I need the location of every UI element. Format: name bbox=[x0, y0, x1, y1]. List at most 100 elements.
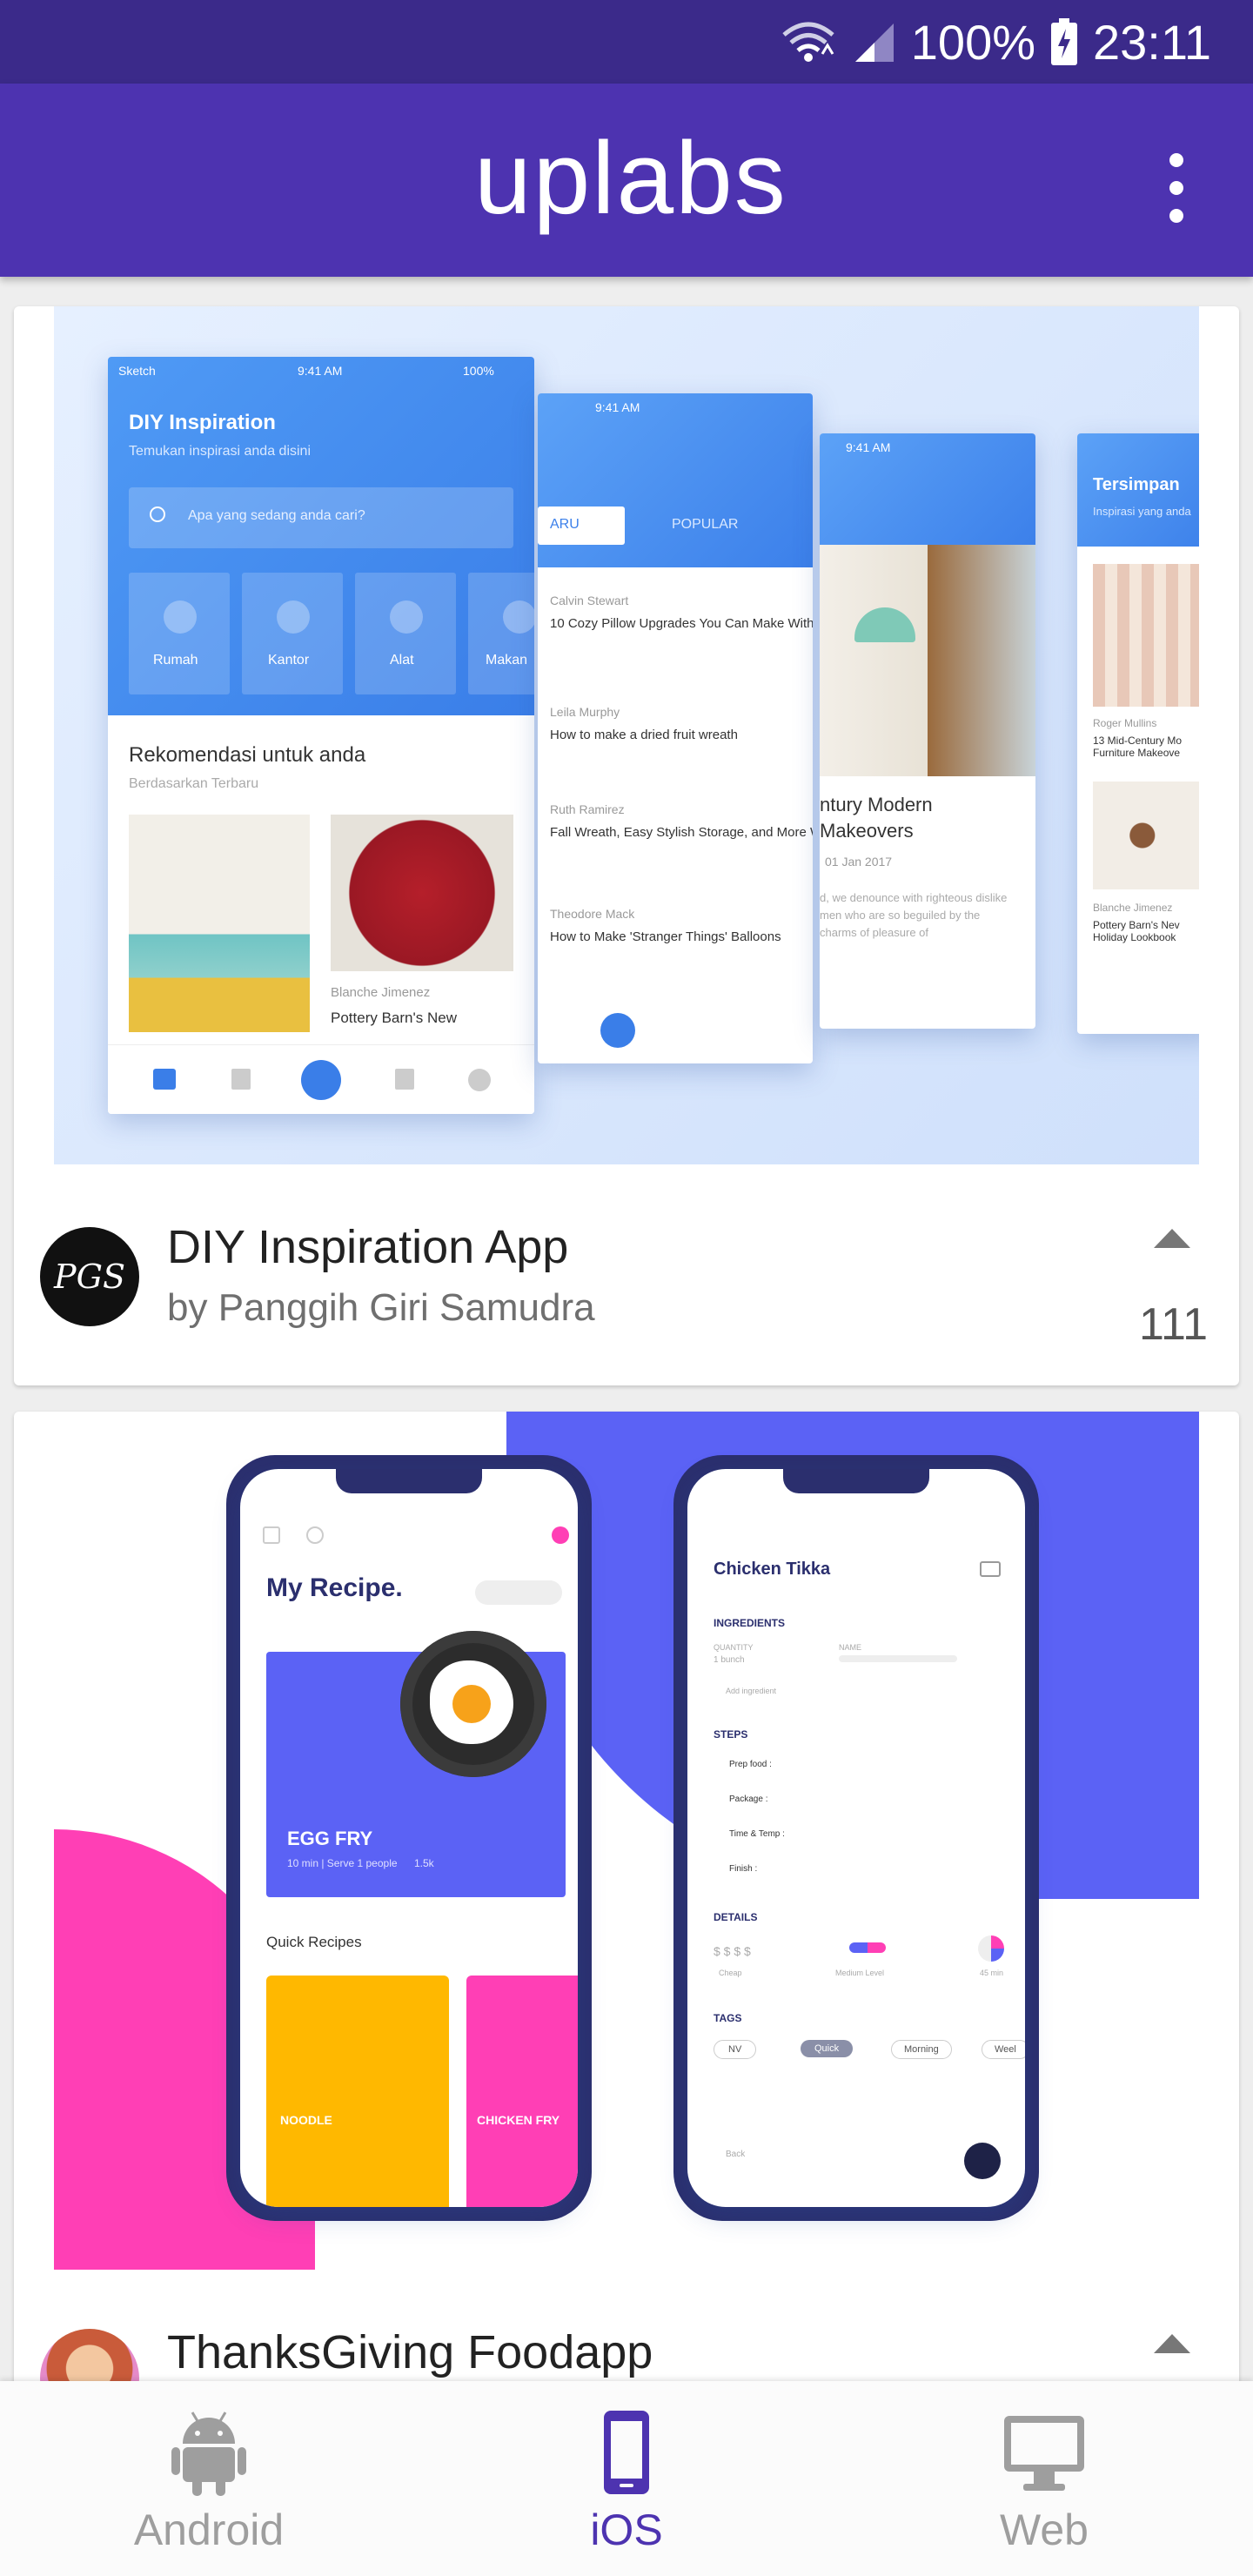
nav-android[interactable]: Android bbox=[0, 2381, 418, 2576]
timer-icon bbox=[978, 1935, 1004, 1962]
mockup-nav-home-icon bbox=[153, 1069, 176, 1090]
mockup-detail-level: Medium Level bbox=[835, 1969, 885, 1977]
mockup-list-title-4: How to Make 'Stranger Things' Balloons bbox=[550, 929, 781, 944]
check-icon bbox=[964, 2143, 1001, 2179]
notification-icon bbox=[552, 1526, 569, 1544]
nav-web-label: Web bbox=[1000, 2506, 1089, 2554]
mockup-hero-likes: 1.5k bbox=[414, 1857, 434, 1869]
mockup-hero-title: EGG FRY bbox=[287, 1828, 373, 1849]
mockup-screen-saved: Tersimpan Inspirasi yang anda Roger Mull… bbox=[1077, 433, 1199, 1034]
mockup-quantity-value: 1 bunch bbox=[714, 1655, 745, 1665]
mockup-category-rumah: Rumah bbox=[153, 653, 198, 667]
mockup-hero-meta: 10 min | Serve 1 people bbox=[287, 1857, 398, 1869]
mockup-detail-time: 45 min bbox=[980, 1969, 1004, 1977]
mockup-tab-new: ARU bbox=[550, 517, 580, 532]
mockup-saved-title: Tersimpan bbox=[1093, 475, 1180, 494]
upvote-icon[interactable] bbox=[1154, 2334, 1190, 2353]
mockup-search-icon bbox=[150, 506, 165, 522]
mockup-list-title-3: Fall Wreath, Easy Stylish Storage, and M… bbox=[550, 825, 813, 840]
mockup-app-subtitle: Temukan inspirasi anda disini bbox=[129, 444, 311, 459]
mockup-screen-recipes: My Recipe. EGG FRY 10 min | Serve 1 peop… bbox=[240, 1469, 578, 2207]
mockup-search-pill bbox=[475, 1580, 562, 1605]
mockup-step-3: Time & Temp : bbox=[729, 1829, 785, 1839]
mockup-list-author-1: Calvin Stewart bbox=[550, 594, 629, 607]
home-icon bbox=[263, 1526, 280, 1544]
mockup-list-title-1: 10 Cozy Pillow Upgrades You Can Make Wit… bbox=[550, 616, 813, 631]
bottom-navigation: Android iOS Web bbox=[0, 2381, 1253, 2576]
mockup-section-title: Rekomendasi untuk anda bbox=[129, 743, 366, 767]
status-bar: 100% 23:11 bbox=[0, 0, 1253, 84]
mockup-photo-chair bbox=[129, 815, 310, 1032]
upvote-icon[interactable] bbox=[1154, 1229, 1190, 1248]
post-card[interactable]: Sketch 9:41 AM 100% DIY Inspiration Temu… bbox=[14, 306, 1239, 1385]
nav-web[interactable]: Web bbox=[835, 2381, 1253, 2576]
mockup-article-title: ntury Modern Makeovers bbox=[820, 794, 933, 842]
mockup-article-body: d, we denounce with righteous dislike me… bbox=[820, 891, 1008, 939]
nav-android-label: Android bbox=[133, 2506, 285, 2554]
mockup-step-4: Finish : bbox=[729, 1864, 758, 1874]
mockup-section-subtitle: Berdasarkan Terbaru bbox=[129, 776, 259, 791]
mockup-list-author-3: Ruth Ramirez bbox=[550, 802, 625, 816]
mockup-saved-author-1: Roger Mullins bbox=[1093, 717, 1157, 729]
user-icon bbox=[306, 1526, 324, 1544]
uplabs-logo[interactable]: uplabs bbox=[474, 122, 787, 235]
nav-ios[interactable]: iOS bbox=[418, 2381, 835, 2576]
mockup-list-add-icon bbox=[600, 1013, 635, 1048]
phone-icon bbox=[604, 2411, 649, 2494]
tools-icon bbox=[390, 600, 423, 634]
camera-icon bbox=[980, 1561, 1001, 1577]
mockup-quick-title: Quick Recipes bbox=[266, 1934, 362, 1950]
difficulty-bar bbox=[849, 1942, 886, 1953]
mockup-saved-photo-1 bbox=[1093, 564, 1199, 707]
egg-yolk bbox=[452, 1685, 491, 1723]
mockup-name-label: NAME bbox=[839, 1643, 862, 1652]
mockup-nav-bookmark-icon bbox=[231, 1069, 251, 1090]
food-icon bbox=[503, 600, 534, 634]
mockup-time: 9:41 AM bbox=[298, 364, 343, 378]
mockup-screen-list: 9:41 AM ARU POPULAR Calvin Stewart 10 Co… bbox=[538, 393, 813, 1063]
mockup-quick-chicken: CHICKEN FRY bbox=[477, 2113, 560, 2127]
mockup-nav-add-icon bbox=[301, 1060, 341, 1100]
signal-icon bbox=[854, 23, 894, 62]
mockup-list-time: 9:41 AM bbox=[595, 400, 640, 414]
post-title[interactable]: ThanksGiving Foodapp bbox=[167, 2325, 653, 2379]
mockup-quick-card-chicken bbox=[466, 1976, 578, 2207]
mockup-article-photo bbox=[820, 545, 1035, 776]
mockup-list-author-2: Leila Murphy bbox=[550, 705, 620, 719]
post-author[interactable]: by Panggih Giri Samudra bbox=[167, 1286, 595, 1330]
monitor-icon bbox=[1004, 2416, 1084, 2491]
mockup-screen-article: 9:41 AM ntury Modern Makeovers 01 Jan 20… bbox=[820, 433, 1035, 1029]
mockup-add-ingredient: Add ingredient bbox=[726, 1687, 777, 1695]
mockup-screen-recipe-detail: Chicken Tikka INGREDIENTS QUANTITY 1 bun… bbox=[687, 1469, 1025, 2207]
post-preview-image[interactable]: Sketch 9:41 AM 100% DIY Inspiration Temu… bbox=[54, 306, 1199, 1164]
mockup-category-alat: Alat bbox=[390, 653, 414, 667]
mockup-saved-author-2: Blanche Jimenez bbox=[1093, 902, 1173, 914]
app-bar: uplabs bbox=[0, 84, 1253, 277]
more-options-icon[interactable] bbox=[1159, 144, 1194, 231]
android-icon bbox=[171, 2412, 246, 2496]
building-icon bbox=[277, 600, 310, 634]
post-title[interactable]: DIY Inspiration App bbox=[167, 1220, 568, 1274]
mockup-steps-title: STEPS bbox=[714, 1728, 748, 1741]
mockup-photo-pillow bbox=[331, 815, 513, 971]
mockup-nav-profile-icon bbox=[468, 1069, 491, 1091]
mockup-detail-cheap: Cheap bbox=[719, 1969, 742, 1977]
mockup-nav-doc-icon bbox=[395, 1069, 414, 1090]
mockup-category-kantor: Kantor bbox=[268, 653, 310, 667]
mockup-screen-home: Sketch 9:41 AM 100% DIY Inspiration Temu… bbox=[108, 357, 534, 1114]
wifi-icon bbox=[782, 22, 834, 62]
mockup-article-time: 9:41 AM bbox=[846, 440, 891, 454]
mockup-step-1: Prep food : bbox=[729, 1760, 772, 1769]
mockup-tag-quick: Quick bbox=[801, 2040, 854, 2057]
mockup-price-symbols: $ $ $ $ bbox=[714, 1944, 751, 1958]
mockup-quick-noodle: NOODLE bbox=[280, 2113, 332, 2127]
clock: 23:11 bbox=[1093, 14, 1211, 70]
avatar-monogram: PGS bbox=[54, 1258, 125, 1296]
mockup-detail-title: Chicken Tikka bbox=[714, 1560, 831, 1579]
post-preview-image[interactable]: My Recipe. EGG FRY 10 min | Serve 1 peop… bbox=[54, 1412, 1199, 2270]
mockup-tags-title: TAGS bbox=[714, 2012, 742, 2024]
mockup-item-title: Pottery Barn's New bbox=[331, 1010, 457, 1026]
mockup-quantity-label: QUANTITY bbox=[714, 1643, 754, 1652]
avatar[interactable]: PGS bbox=[40, 1227, 139, 1326]
mockup-article-date: 01 Jan 2017 bbox=[825, 855, 893, 869]
